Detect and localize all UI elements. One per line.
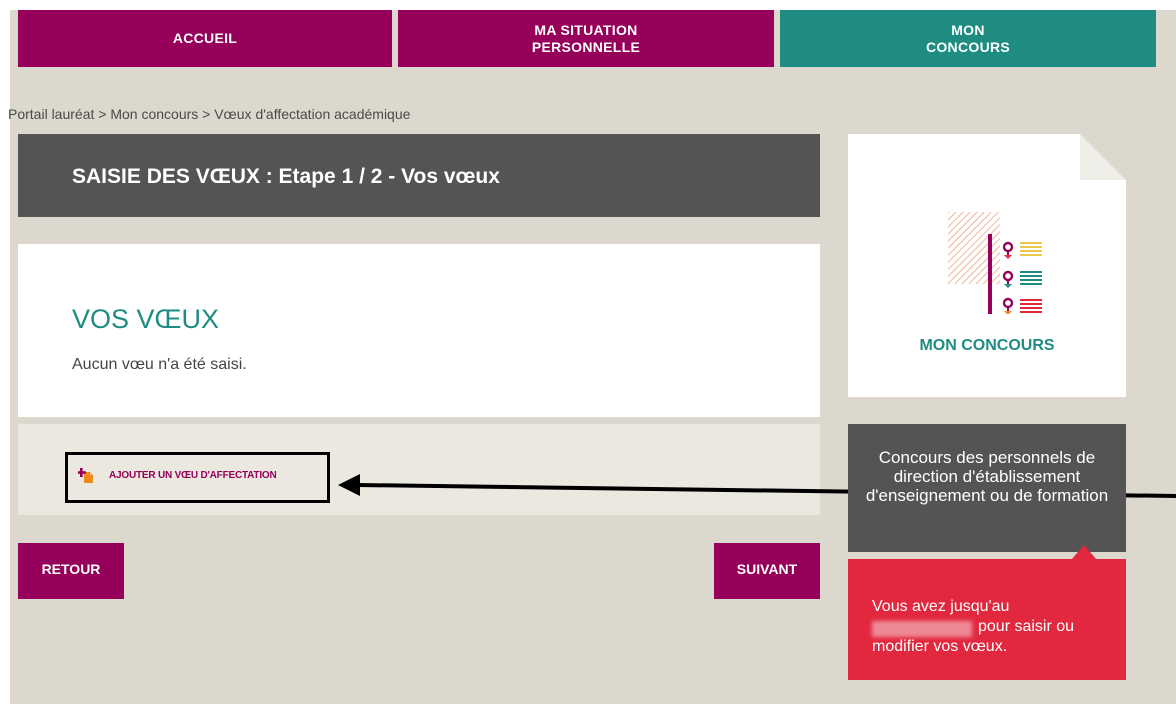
- nav-accueil[interactable]: ACCUEIL: [18, 10, 392, 67]
- deadline-text-2: pour saisir ou: [978, 618, 1075, 635]
- add-voeu-label: AJOUTER UN VŒU D'AFFECTATION: [109, 470, 277, 481]
- card-folded-corner: [1080, 134, 1126, 180]
- add-voeu-button[interactable]: AJOUTER UN VŒU D'AFFECTATION: [65, 452, 330, 503]
- nav-mon-concours[interactable]: MON CONCOURS: [780, 10, 1156, 67]
- concours-name: Concours des personnels de direction d'é…: [865, 448, 1109, 505]
- deadline-date-redacted: [872, 621, 972, 637]
- deadline-text-1: Vous avez jusqu'au: [872, 598, 1010, 615]
- concours-info-box: Concours des personnels de direction d'é…: [848, 424, 1126, 552]
- nav-ma-situation-personnelle[interactable]: MA SITUATION PERSONNELLE: [398, 10, 774, 67]
- concours-list-icon: [948, 212, 1042, 314]
- retour-button[interactable]: RETOUR: [18, 543, 124, 599]
- voeux-title: VOS VŒUX: [72, 304, 220, 334]
- deadline-caret: [1072, 545, 1096, 559]
- page-title: SAISIE DES VŒUX : Etape 1 / 2 - Vos vœux: [72, 165, 500, 188]
- voeux-empty-message: Aucun vœu n'a été saisi.: [72, 356, 247, 373]
- suivant-button[interactable]: SUIVANT: [714, 543, 820, 599]
- voeux-panel: VOS VŒUX Aucun vœu n'a été saisi.: [18, 244, 820, 417]
- mon-concours-card-title: MON CONCOURS: [919, 337, 1055, 354]
- voeux-panel-caret: [54, 400, 78, 416]
- add-document-icon: [78, 468, 93, 483]
- deadline-text-3: modifier vos vœux.: [872, 638, 1008, 655]
- breadcrumb: Portail lauréat > Mon concours > Vœux d'…: [8, 106, 411, 122]
- deadline-box: Vous avez jusqu'au pour saisir ou modifi…: [848, 559, 1126, 680]
- mon-concours-card[interactable]: MON CONCOURS: [848, 134, 1126, 397]
- step-header: SAISIE DES VŒUX : Etape 1 / 2 - Vos vœux: [18, 134, 820, 217]
